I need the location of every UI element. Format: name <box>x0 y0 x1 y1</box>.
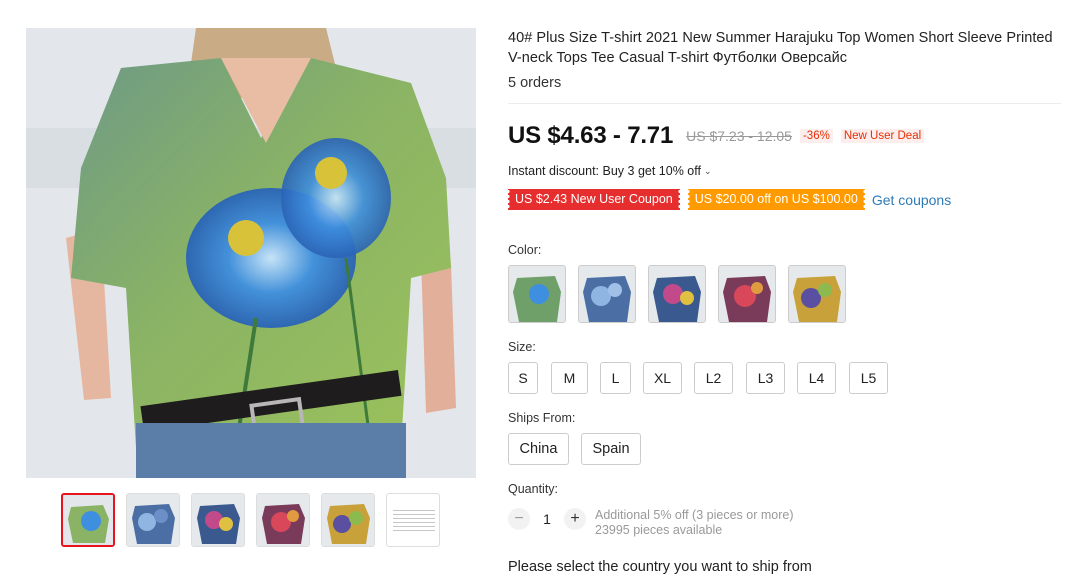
color-option-5[interactable] <box>788 265 846 323</box>
store-coupon[interactable]: US $20.00 off on US $100.00 <box>687 189 865 210</box>
color-option-1[interactable] <box>508 265 566 323</box>
orders-count: 5 orders <box>508 75 562 91</box>
size-option-xl[interactable]: XL <box>643 362 682 394</box>
ships-option-china[interactable]: China <box>508 433 569 465</box>
size-option-l4[interactable]: L4 <box>797 362 836 394</box>
size-option-s[interactable]: S <box>508 362 538 394</box>
divider <box>508 103 1061 104</box>
size-option-l3[interactable]: L3 <box>746 362 785 394</box>
discount-badge: -36% <box>799 129 833 143</box>
size-option-m[interactable]: M <box>551 362 588 394</box>
quantity-stepper: − 1 + <box>508 508 586 530</box>
ships-option-spain[interactable]: Spain <box>581 433 641 465</box>
size-label: Size: <box>508 340 536 354</box>
bulk-discount-note: Additional 5% off (3 pieces or more) <box>595 508 794 522</box>
size-option-l2[interactable]: L2 <box>694 362 733 394</box>
quantity-note: Additional 5% off (3 pieces or more) 239… <box>595 508 793 538</box>
chevron-down-icon: ⌄ <box>703 165 712 176</box>
instant-discount[interactable]: Instant discount: Buy 3 get 10% off ⌄ <box>508 164 712 178</box>
product-title: 40# Plus Size T-shirt 2021 New Summer Ha… <box>508 30 1053 66</box>
thumbnail-4[interactable] <box>256 493 310 547</box>
quantity-value[interactable]: 1 <box>530 511 564 527</box>
main-product-image[interactable] <box>26 28 476 478</box>
stock-available: 23995 pieces available <box>595 523 723 537</box>
get-coupons-link[interactable]: Get coupons <box>872 192 951 208</box>
new-user-deal-badge: New User Deal <box>840 129 925 143</box>
original-price: US $7.23 - 12.05 <box>686 128 792 144</box>
product-info: 40# Plus Size T-shirt 2021 New Summer Ha… <box>508 28 1068 91</box>
color-option-2[interactable] <box>578 265 636 323</box>
thumbnail-2[interactable] <box>126 493 180 547</box>
ships-from-label: Ships From: <box>508 411 576 425</box>
quantity-decrease-button[interactable]: − <box>508 508 530 530</box>
quantity-label: Quantity: <box>508 482 559 496</box>
size-chart-table-image <box>393 510 435 532</box>
current-price: US $4.63 - 7.71 <box>508 122 674 149</box>
thumbnail-3[interactable] <box>191 493 245 547</box>
thumbnail-size-chart[interactable] <box>386 493 440 547</box>
color-label: Color: <box>508 243 542 257</box>
price-row: US $4.63 - 7.71 US $7.23 - 12.05 -36% Ne… <box>508 122 925 150</box>
instant-discount-text: Instant discount: Buy 3 get 10% off <box>508 164 701 178</box>
color-option-4[interactable] <box>718 265 776 323</box>
size-option-l5[interactable]: L5 <box>849 362 888 394</box>
thumbnail-5[interactable] <box>321 493 375 547</box>
new-user-coupon[interactable]: US $2.43 New User Coupon <box>508 189 680 210</box>
coupons-row: US $2.43 New User Coupon US $20.00 off o… <box>508 189 951 210</box>
quantity-increase-button[interactable]: + <box>564 508 586 530</box>
thumbnail-1[interactable] <box>61 493 115 547</box>
color-option-3[interactable] <box>648 265 706 323</box>
size-option-l[interactable]: L <box>600 362 631 394</box>
shipping-message: Please select the country you want to sh… <box>508 559 812 575</box>
